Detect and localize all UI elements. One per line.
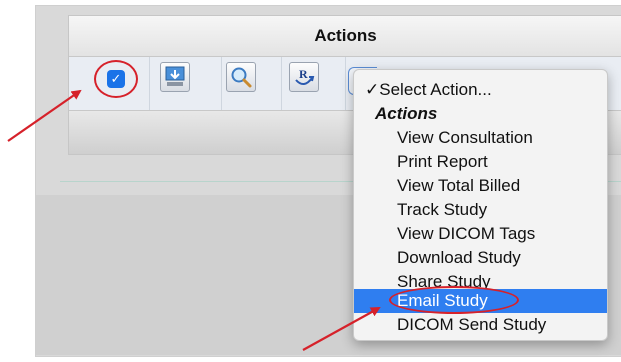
arrow-to-checkbox [7, 89, 82, 142]
arrow-to-email-study [302, 307, 381, 351]
annotation-arrows [7, 89, 381, 351]
